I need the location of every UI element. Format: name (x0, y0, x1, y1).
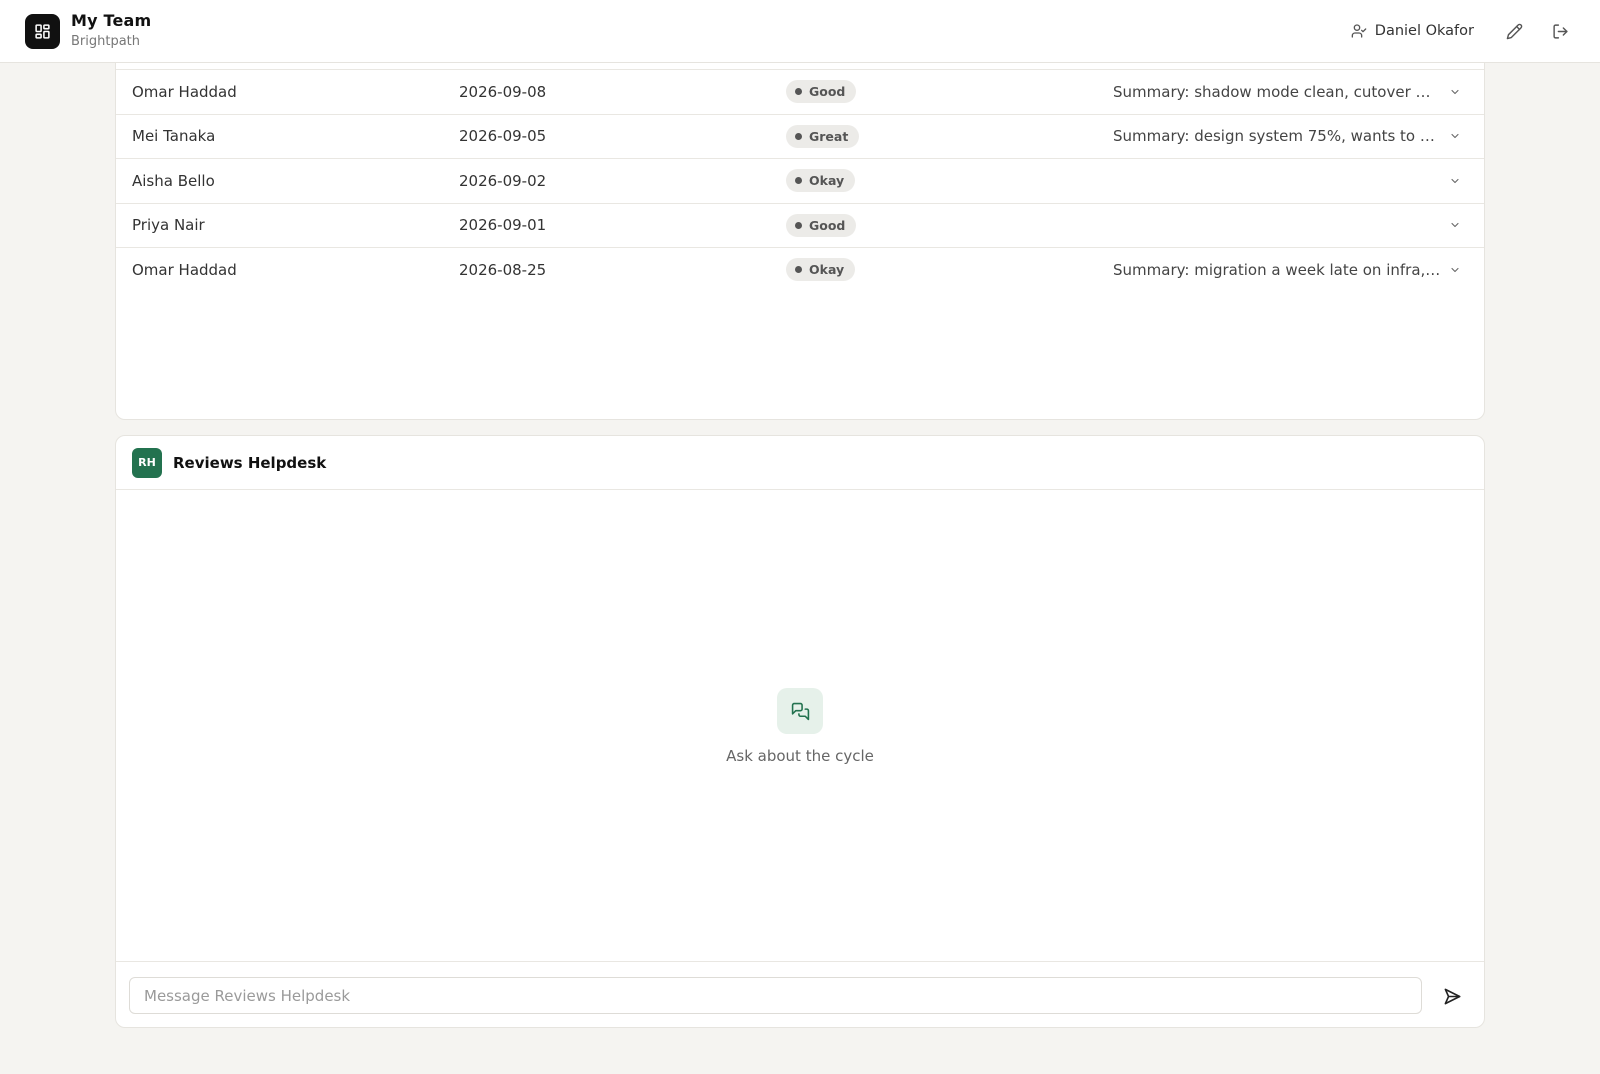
review-date: 2026-09-08 (459, 82, 547, 101)
employee-name: Priya Nair (132, 216, 205, 235)
send-icon (1444, 988, 1460, 1004)
review-date: 2026-09-01 (459, 216, 547, 235)
topbar-actions: Daniel Okafor (1351, 20, 1575, 42)
rating-label: Okay (809, 262, 845, 278)
table-row[interactable]: Mei Tanaka 2026-09-05 Great Summary: des… (116, 113, 1484, 159)
chat-composer (116, 961, 1484, 1027)
employee-name: Omar Haddad (132, 82, 237, 101)
expand-row-button[interactable] (1448, 85, 1462, 99)
chevron-down-icon (1451, 134, 1459, 139)
expand-row-button[interactable] (1448, 263, 1462, 277)
employee-name: Mei Tanaka (132, 127, 216, 146)
rating-badge: Great (786, 124, 860, 148)
employee-name: Aisha Bello (132, 171, 215, 190)
company-name: Brightpath (71, 34, 141, 49)
chevron-down-icon (1451, 89, 1459, 94)
review-date: 2026-09-05 (459, 127, 547, 146)
table-row[interactable]: Omar Haddad 2026-08-25 Okay Summary: mig… (116, 247, 1484, 292)
top-bar: My Team Brightpath Daniel Okafor (0, 0, 1600, 63)
expand-row-button[interactable] (1448, 174, 1462, 188)
message-input[interactable] (129, 977, 1422, 1014)
review-date: 2026-09-02 (459, 171, 547, 190)
user-name: Daniel Okafor (1374, 23, 1474, 39)
chat-bubbles-icon (791, 702, 809, 720)
review-date: 2026-08-25 (459, 260, 547, 279)
rating-badge: Good (786, 213, 857, 237)
rating-dot (795, 177, 802, 185)
chat-title: Reviews Helpdesk (173, 453, 327, 472)
chat-header: RH Reviews Helpdesk (116, 436, 1484, 490)
table-row[interactable]: Aisha Bello 2026-09-02 Okay (116, 158, 1484, 203)
rating-label: Good (809, 217, 846, 233)
logout-icon (1552, 23, 1568, 39)
table-row[interactable]: Omar Haddad 2026-09-08 Good Summary: sha… (116, 69, 1484, 114)
dashboard-grid-icon (35, 23, 50, 39)
app-logo[interactable] (25, 13, 60, 49)
rating-badge: Good (786, 80, 857, 104)
chevron-down-icon (1451, 267, 1459, 272)
logout-button[interactable] (1549, 20, 1571, 42)
rating-badge: Okay (786, 169, 856, 193)
send-button[interactable] (1441, 985, 1463, 1007)
user-check-icon (1351, 24, 1367, 38)
reviews-table: Omar Haddad 2026-09-08 Good Summary: sha… (115, 50, 1485, 420)
review-summary: Summary: design system 75%, wants to me.… (1113, 127, 1441, 146)
rating-label: Great (809, 128, 849, 144)
page-title: My Team (71, 11, 152, 30)
empty-state-badge (777, 688, 823, 734)
rating-label: Okay (809, 173, 845, 189)
edit-button[interactable] (1503, 20, 1525, 42)
rating-dot (795, 88, 802, 96)
expand-row-button[interactable] (1448, 218, 1462, 232)
employee-name: Omar Haddad (132, 260, 237, 279)
rating-badge: Okay (786, 258, 856, 282)
rating-dot (795, 266, 802, 274)
empty-state-text: Ask about the cycle (726, 747, 874, 765)
rating-dot (795, 132, 802, 140)
pencil-icon (1506, 23, 1522, 39)
chevron-down-icon (1451, 223, 1459, 228)
chat-panel: RH Reviews Helpdesk Ask about the cycle (115, 435, 1485, 1028)
table-row[interactable]: Priya Nair 2026-09-01 Good (116, 202, 1484, 248)
review-summary: Summary: shadow mode clean, cutover mo..… (1113, 82, 1441, 101)
rating-label: Good (809, 84, 846, 100)
avatar: RH (132, 447, 162, 478)
expand-row-button[interactable] (1448, 129, 1462, 143)
chat-empty-state: Ask about the cycle (116, 688, 1484, 765)
user-menu[interactable]: Daniel Okafor (1351, 23, 1474, 39)
chevron-down-icon (1451, 178, 1459, 183)
review-summary: Summary: migration a week late on infra,… (1113, 260, 1441, 279)
rating-dot (795, 221, 802, 229)
reviews-rows: Omar Haddad 2026-09-08 Good Summary: sha… (116, 69, 1484, 292)
brand: My Team Brightpath (71, 11, 151, 51)
